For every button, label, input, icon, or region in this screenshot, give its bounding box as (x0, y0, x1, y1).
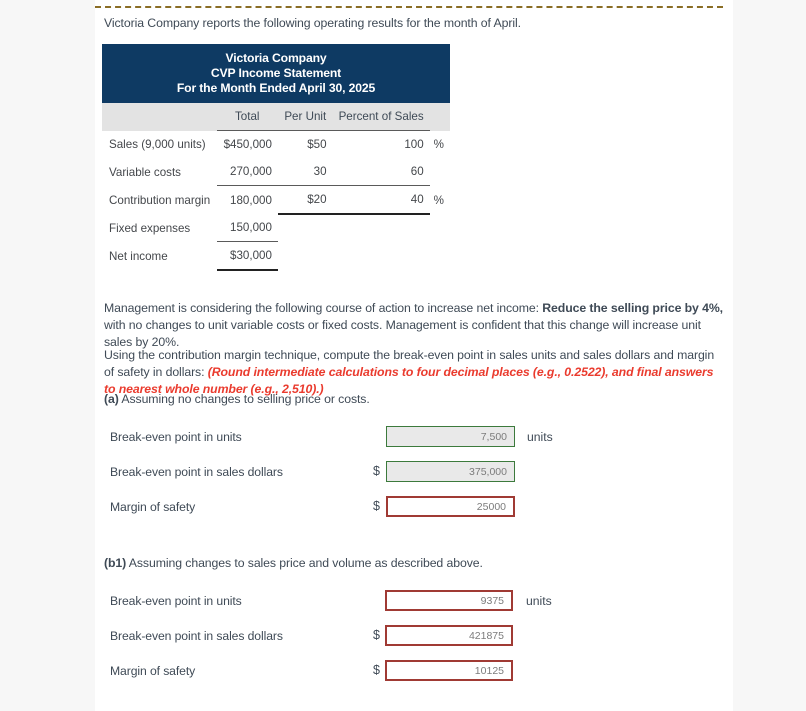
statement-title-line-2: CVP Income Statement (210, 66, 342, 80)
table-row: Sales (9,000 units) $450,000 $50 100 % (102, 131, 450, 159)
answer-row: Margin of safety $ (95, 494, 715, 529)
row-value-contribution-margin-per-unit: $20 (277, 185, 333, 215)
input-breakeven-dollars-a[interactable] (386, 461, 515, 482)
currency-symbol-margin-of-safety-b1: $ (373, 663, 380, 677)
column-header-percent-sign-spacer (429, 103, 450, 131)
statement-title-row: Victoria Company CVP Income Statement Fo… (102, 44, 450, 103)
row-value-contribution-margin-percent: 40 (332, 185, 430, 215)
management-paragraph: Management is considering the following … (104, 300, 729, 351)
statement-title-cell: Victoria Company CVP Income Statement Fo… (102, 44, 450, 103)
row-label-variable-costs: Variable costs (109, 165, 181, 179)
input-margin-of-safety-b1[interactable] (385, 660, 513, 681)
row-percent-sign-fixed-expenses (430, 214, 450, 242)
answer-label-breakeven-units-b1: Break-even point in units (110, 594, 242, 608)
row-value-fixed-expenses-total: 150,000 (230, 221, 272, 234)
statement-title-line-3: For the Month Ended April 30, 2025 (176, 81, 376, 95)
cvp-income-statement-table: Victoria Company CVP Income Statement Fo… (102, 44, 450, 271)
row-label-sales: Sales (9,000 units) (109, 138, 206, 151)
row-value-sales-per-unit: $50 (307, 138, 327, 151)
answer-row: Break-even point in units units (95, 424, 715, 459)
part-b1-answer-block: Break-even point in units units Break-ev… (95, 588, 715, 693)
answer-row: Break-even point in units units (95, 588, 715, 623)
worksheet-page: Victoria Company reports the following o… (95, 0, 733, 711)
answer-suffix-units-a: units (527, 430, 553, 444)
part-b1-prompt-text: Assuming changes to sales price and volu… (126, 556, 483, 570)
table-row: Net income $30,000 (102, 241, 450, 271)
row-percent-sign-variable-costs (430, 158, 450, 186)
row-percent-sign-sales: % (433, 138, 444, 151)
table-row: Fixed expenses 150,000 (102, 214, 450, 242)
section-divider-dashed (95, 6, 723, 8)
answer-row: Break-even point in sales dollars $ (95, 623, 715, 658)
part-a-prompt-text: Assuming no changes to selling price or … (118, 392, 370, 406)
management-paragraph-tail: with no changes to unit variable costs o… (104, 318, 701, 349)
column-header-total: Total (216, 103, 278, 131)
part-b1-prompt: (b1) Assuming changes to sales price and… (104, 555, 604, 572)
row-value-fixed-expenses-percent (333, 214, 430, 242)
management-paragraph-lead: Management is considering the following … (104, 301, 543, 315)
part-a-marker: (a) (104, 392, 119, 406)
row-value-sales-total: $450,000 (223, 138, 272, 151)
column-header-percent-of-sales: Percent of Sales (332, 103, 430, 131)
part-b1-marker: (b1) (104, 556, 127, 570)
row-value-variable-costs-percent: 60 (410, 165, 424, 178)
row-value-fixed-expenses-per-unit (278, 214, 333, 242)
input-margin-of-safety-a[interactable] (386, 496, 515, 517)
answer-row: Margin of safety $ (95, 658, 715, 693)
column-header-blank (102, 103, 217, 131)
row-label-net-income: Net income (109, 250, 168, 263)
input-breakeven-units-a[interactable] (386, 426, 515, 447)
row-label-contribution-margin: Contribution margin (109, 194, 211, 207)
currency-symbol-breakeven-dollars-b1: $ (373, 628, 380, 642)
answer-row: Break-even point in sales dollars $ (95, 459, 715, 494)
currency-symbol-breakeven-dollars-a: $ (373, 464, 380, 478)
row-percent-sign-net-income (430, 242, 450, 271)
answer-label-breakeven-dollars-a: Break-even point in sales dollars (110, 465, 283, 479)
management-paragraph-emphasis: Reduce the selling price by 4%, (542, 301, 723, 315)
answer-label-margin-of-safety-a: Margin of safety (110, 500, 196, 514)
part-a-answer-block: Break-even point in units units Break-ev… (95, 424, 715, 529)
row-value-net-income-total: $30,000 (216, 241, 278, 271)
table-row: Contribution margin 180,000 $20 40 % (102, 185, 450, 215)
part-a-prompt: (a) Assuming no changes to selling price… (104, 391, 604, 408)
column-header-row: Total Per Unit Percent of Sales (102, 103, 450, 131)
intro-text: Victoria Company reports the following o… (104, 16, 521, 30)
answer-label-breakeven-units-a: Break-even point in units (110, 430, 242, 444)
row-value-variable-costs-total: 270,000 (230, 165, 272, 178)
row-value-sales-percent: 100 (404, 138, 424, 151)
answer-label-breakeven-dollars-b1: Break-even point in sales dollars (110, 629, 283, 643)
row-value-contribution-margin-total: 180,000 (216, 185, 278, 214)
row-label-fixed-expenses: Fixed expenses (109, 221, 191, 235)
input-breakeven-units-b1[interactable] (385, 590, 513, 611)
answer-suffix-units-b1: units (526, 594, 552, 608)
answer-label-margin-of-safety-b1: Margin of safety (110, 664, 196, 678)
statement-title-line-1: Victoria Company (225, 51, 327, 65)
input-breakeven-dollars-b1[interactable] (385, 625, 513, 646)
currency-symbol-margin-of-safety-a: $ (373, 499, 380, 513)
row-value-net-income-percent (333, 242, 430, 271)
table-row: Variable costs 270,000 30 60 (102, 158, 450, 186)
row-value-net-income-per-unit (278, 242, 333, 271)
row-percent-sign-contribution-margin: % (433, 194, 444, 207)
column-header-per-unit: Per Unit (277, 103, 333, 131)
row-value-variable-costs-per-unit: 30 (313, 165, 327, 178)
